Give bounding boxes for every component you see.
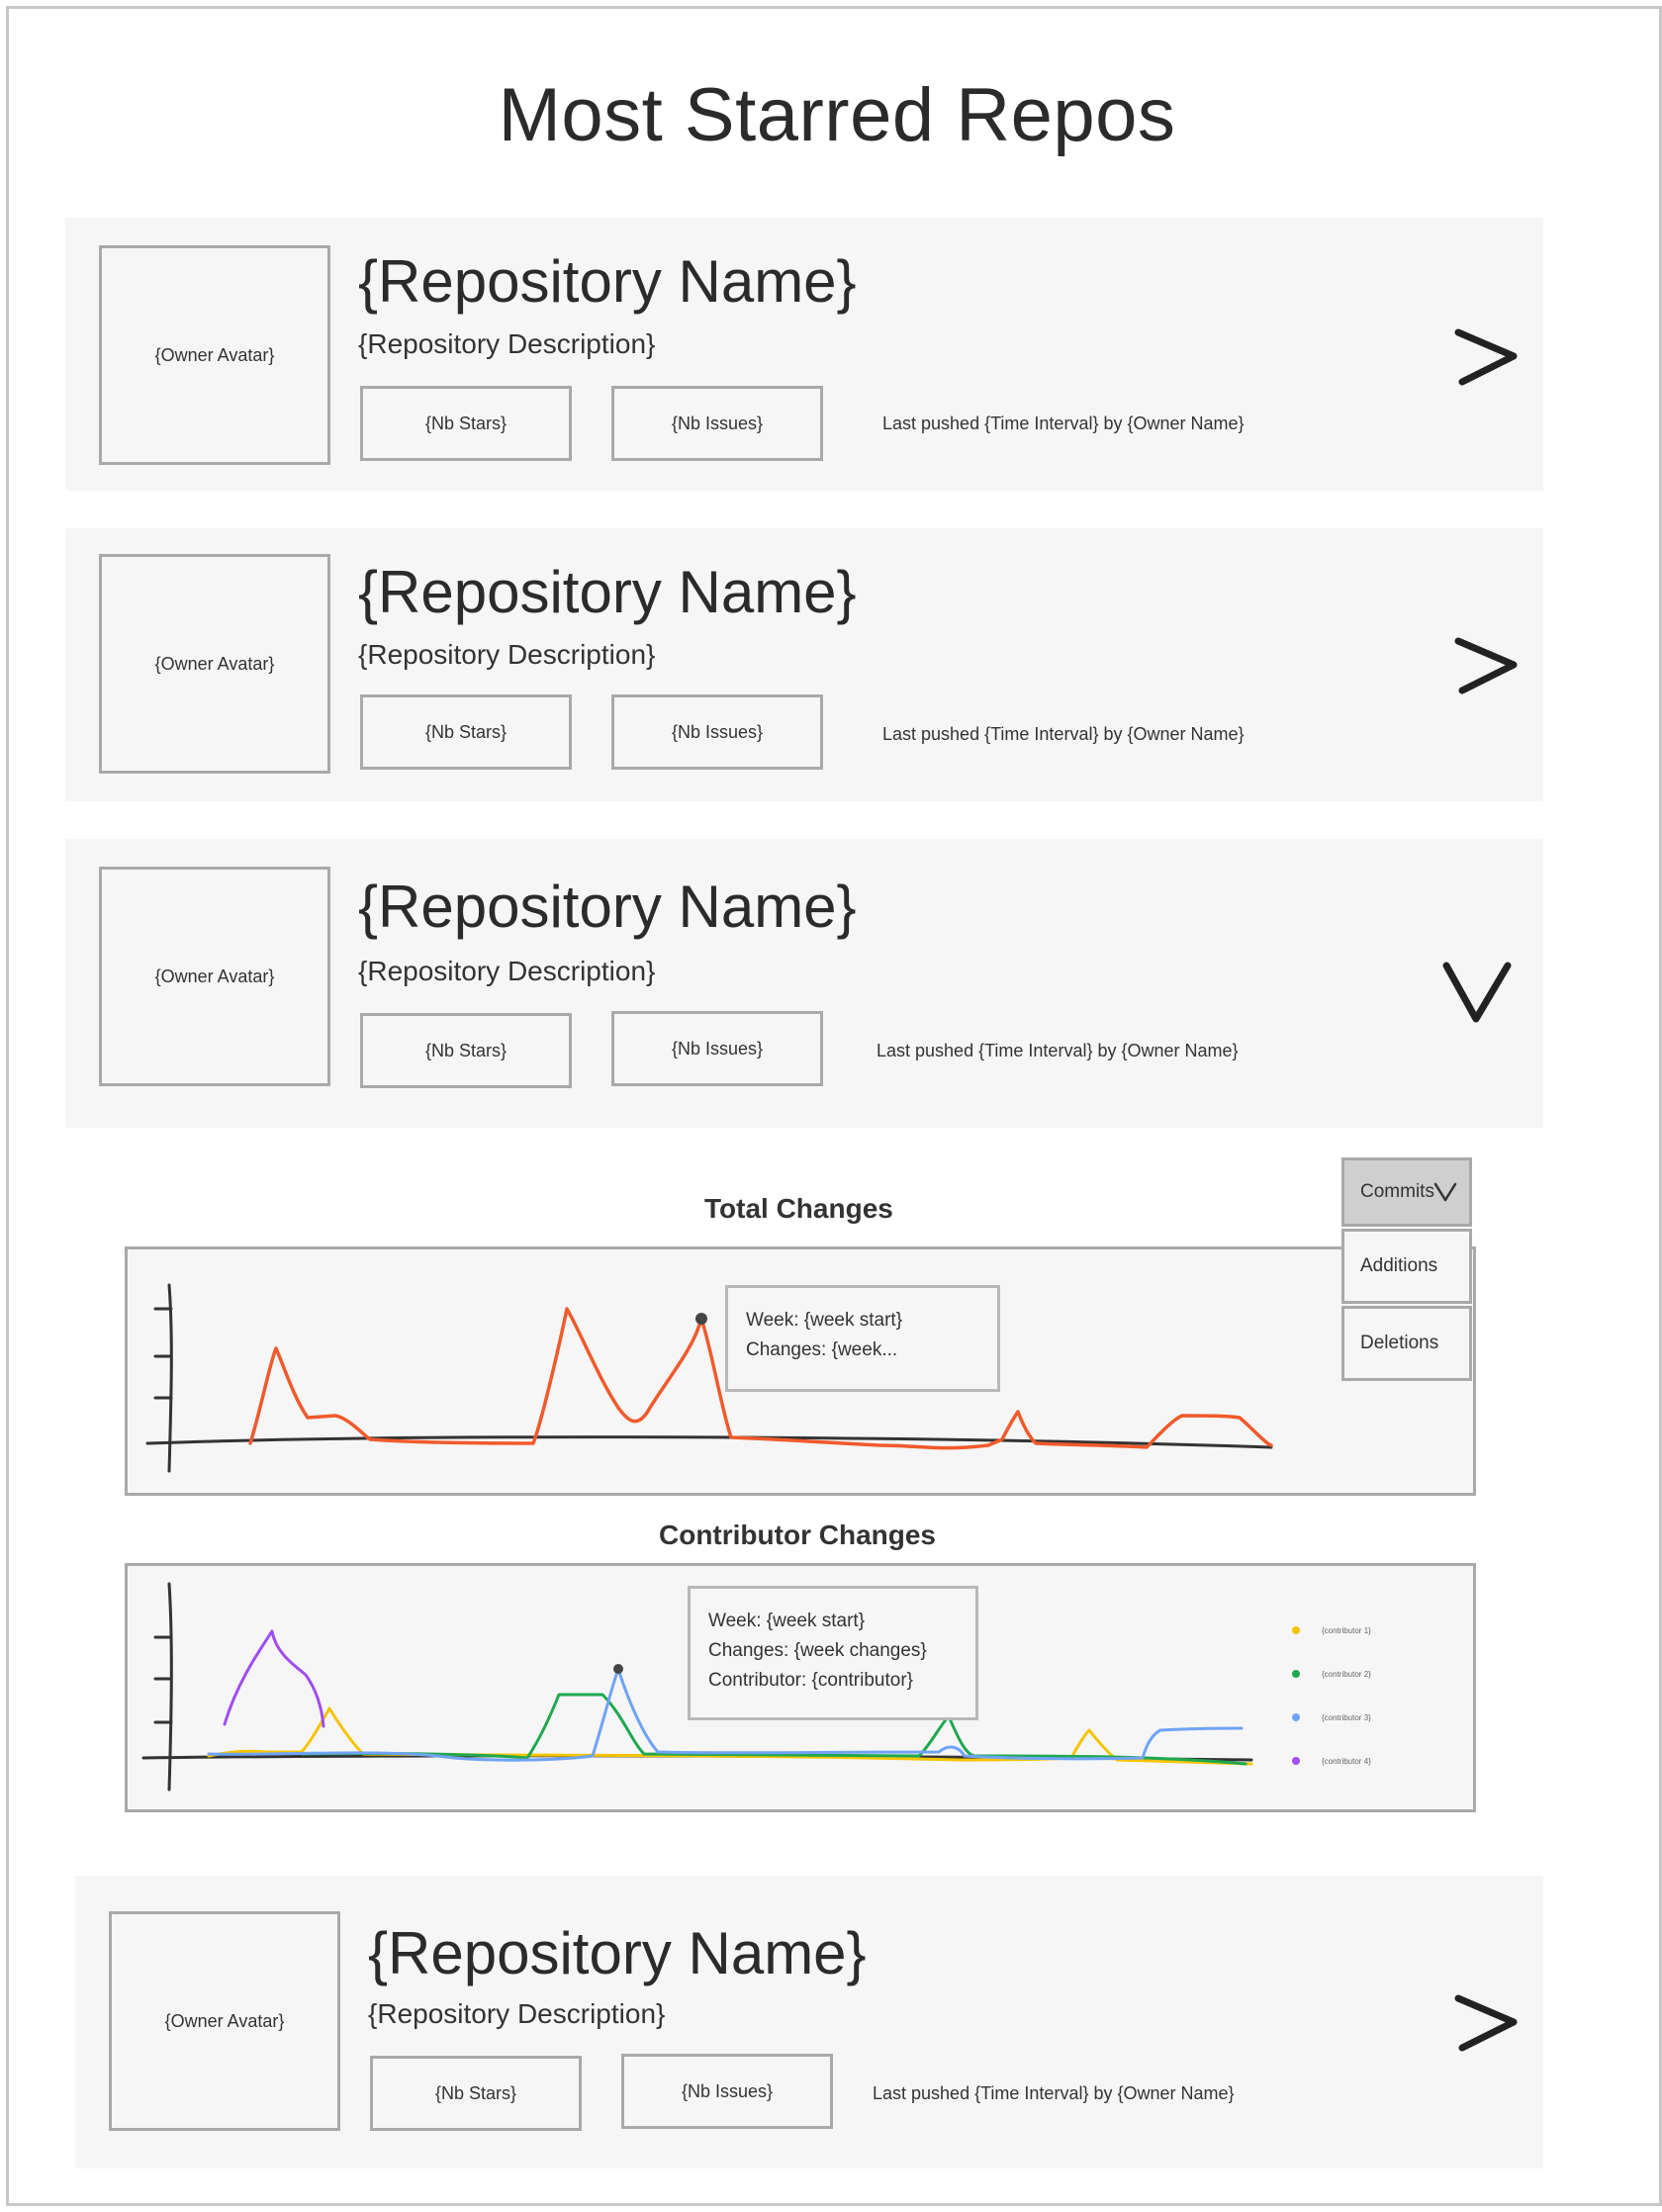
repo-name[interactable]: {Repository Name} bbox=[358, 873, 857, 941]
total-changes-title: Total Changes bbox=[704, 1193, 893, 1224]
tooltip-week: Week: {week start} bbox=[746, 1310, 903, 1331]
issues-badge: {Nb Issues} bbox=[611, 1011, 823, 1086]
owner-avatar: {Owner Avatar} bbox=[99, 867, 330, 1086]
repo-description: {Repository Description} bbox=[368, 1998, 666, 2029]
last-pushed-text: Last pushed {Time Interval} by {Owner Na… bbox=[877, 1041, 1239, 1060]
total-changes-tooltip: Week: {week start} Changes: {week... bbox=[725, 1285, 1000, 1392]
last-pushed-text: Last pushed {Time Interval} by {Owner Na… bbox=[873, 2083, 1235, 2103]
issues-badge: {Nb Issues} bbox=[621, 2054, 833, 2129]
repo-card[interactable]: {Owner Avatar} {Repository Name} {Reposi… bbox=[65, 528, 1543, 801]
legend-dot bbox=[1292, 1757, 1300, 1765]
legend-item: {contributor 1} bbox=[1292, 1609, 1371, 1652]
page-title: Most Starred Repos bbox=[498, 73, 1176, 157]
last-pushed-text: Last pushed {Time Interval} by {Owner Na… bbox=[882, 414, 1245, 433]
repo-card[interactable]: {Owner Avatar} {Repository Name} {Reposi… bbox=[65, 218, 1543, 491]
stars-badge: {Nb Stars} bbox=[360, 386, 572, 461]
owner-avatar: {Owner Avatar} bbox=[99, 245, 330, 465]
chevron-right-icon[interactable] bbox=[1448, 319, 1527, 398]
last-pushed-text: Last pushed {Time Interval} by {Owner Na… bbox=[882, 724, 1245, 744]
repo-name[interactable]: {Repository Name} bbox=[358, 558, 857, 626]
chevron-down-icon[interactable] bbox=[1436, 954, 1516, 1033]
legend-label: {contributor 1} bbox=[1322, 1625, 1371, 1635]
repo-card-expanded[interactable]: {Owner Avatar} {Repository Name} {Reposi… bbox=[65, 839, 1543, 1128]
contributor-legend: {contributor 1} {contributor 2} {contrib… bbox=[1292, 1609, 1371, 1783]
issues-badge: {Nb Issues} bbox=[611, 694, 823, 770]
legend-item: {contributor 4} bbox=[1292, 1739, 1371, 1783]
legend-label: {contributor 4} bbox=[1322, 1756, 1371, 1766]
stars-badge: {Nb Stars} bbox=[360, 1013, 572, 1088]
contributor-changes-title: Contributor Changes bbox=[659, 1520, 936, 1550]
repo-card[interactable]: {Owner Avatar} {Repository Name} {Reposi… bbox=[75, 1876, 1543, 2168]
owner-avatar: {Owner Avatar} bbox=[99, 554, 330, 774]
repo-description: {Repository Description} bbox=[358, 328, 656, 359]
owner-avatar: {Owner Avatar} bbox=[109, 1911, 340, 2131]
stars-badge: {Nb Stars} bbox=[370, 2056, 582, 2131]
repo-name[interactable]: {Repository Name} bbox=[368, 1919, 867, 1987]
stars-badge: {Nb Stars} bbox=[360, 694, 572, 770]
legend-dot bbox=[1292, 1626, 1300, 1634]
repo-name[interactable]: {Repository Name} bbox=[358, 247, 857, 316]
legend-dot bbox=[1292, 1670, 1300, 1678]
repo-description: {Repository Description} bbox=[358, 956, 656, 986]
tooltip-changes: Changes: {week changes} bbox=[708, 1640, 927, 1661]
metric-option-additions[interactable]: Additions bbox=[1341, 1229, 1472, 1304]
contributor-changes-tooltip: Week: {week start} Changes: {week change… bbox=[688, 1586, 978, 1720]
legend-label: {contributor 2} bbox=[1322, 1669, 1371, 1679]
metric-option-deletions[interactable]: Deletions bbox=[1341, 1306, 1472, 1381]
metric-dropdown[interactable]: Commits Additions Deletions bbox=[1341, 1157, 1472, 1381]
chevron-right-icon[interactable] bbox=[1448, 627, 1527, 706]
legend-item: {contributor 3} bbox=[1292, 1696, 1371, 1739]
chevron-down-icon[interactable] bbox=[1431, 1178, 1459, 1206]
legend-dot bbox=[1292, 1713, 1300, 1721]
legend-label: {contributor 3} bbox=[1322, 1712, 1371, 1722]
tooltip-week: Week: {week start} bbox=[708, 1611, 866, 1631]
contributor-changes-chart[interactable]: Week: {week start} Changes: {week change… bbox=[125, 1563, 1476, 1812]
metric-dropdown-label: Commits bbox=[1360, 1181, 1434, 1202]
issues-badge: {Nb Issues} bbox=[611, 386, 823, 461]
legend-item: {contributor 2} bbox=[1292, 1652, 1371, 1696]
metric-dropdown-selected[interactable]: Commits bbox=[1341, 1157, 1472, 1227]
total-changes-chart[interactable]: Week: {week start} Changes: {week... bbox=[125, 1246, 1476, 1496]
chevron-right-icon[interactable] bbox=[1448, 1984, 1527, 2064]
tooltip-changes: Changes: {week... bbox=[746, 1339, 898, 1360]
repo-description: {Repository Description} bbox=[358, 639, 656, 670]
tooltip-contributor: Contributor: {contributor} bbox=[708, 1670, 914, 1691]
